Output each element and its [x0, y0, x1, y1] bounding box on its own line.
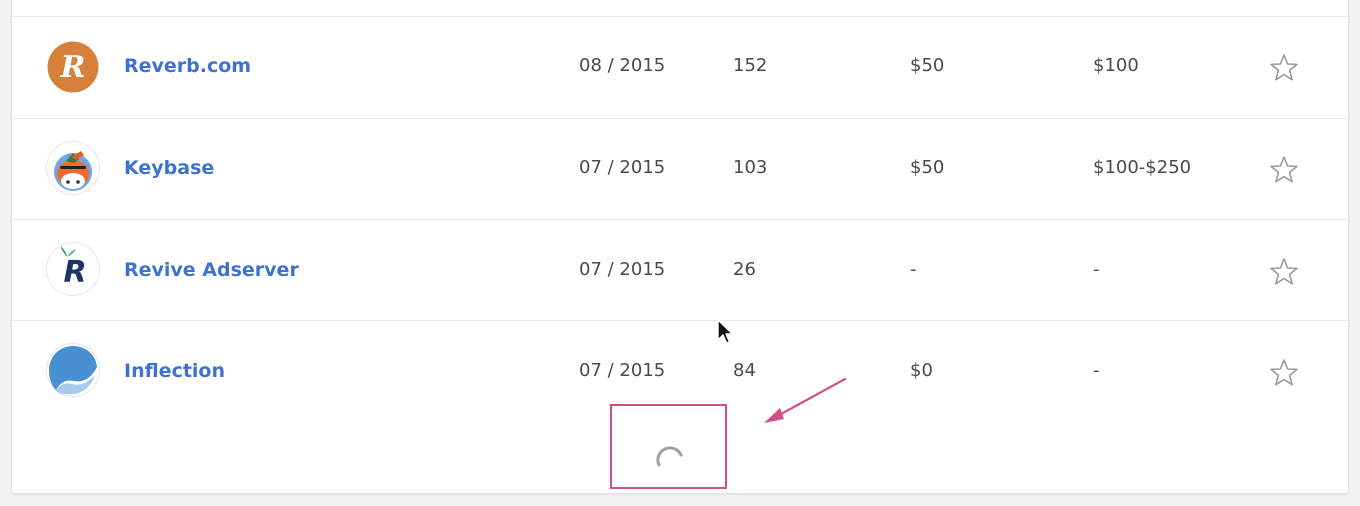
keybase-logo-icon [46, 141, 100, 195]
reverb-logo-icon: R [46, 40, 100, 94]
average-bounty: $100 [1093, 55, 1139, 76]
program-name-link[interactable]: Keybase [124, 157, 214, 179]
program-name-link[interactable]: Reverb.com [124, 55, 251, 77]
program-name-link[interactable]: Inflection [124, 360, 225, 382]
launch-date: 07 / 2015 [579, 360, 666, 381]
minimum-bounty: $50 [910, 157, 945, 178]
launch-date: 07 / 2015 [579, 259, 666, 280]
mouse-cursor-icon [717, 319, 734, 344]
inflection-logo-icon [46, 343, 100, 397]
minimum-bounty: $0 [910, 360, 933, 381]
table-row[interactable]: R Reverb.com 08 / 2015 152 $50 $100 [12, 17, 1348, 118]
loading-spinner-icon [656, 446, 683, 467]
bookmark-star-icon[interactable] [1269, 155, 1299, 185]
bookmark-star-icon[interactable] [1269, 358, 1299, 388]
table-row[interactable]: Keybase 07 / 2015 103 $50 $100-$250 [12, 119, 1348, 220]
table-row[interactable]: R Revive Adserver 07 / 2015 26 - - [12, 220, 1348, 321]
reports-resolved: 26 [733, 259, 756, 280]
minimum-bounty: - [910, 259, 917, 280]
average-bounty: - [1093, 360, 1100, 381]
average-bounty: $100-$250 [1093, 157, 1192, 178]
minimum-bounty: $50 [910, 55, 945, 76]
reports-resolved: 84 [733, 360, 756, 381]
reports-resolved: 103 [733, 157, 768, 178]
bookmark-star-icon[interactable] [1269, 53, 1299, 83]
svg-text:R: R [60, 50, 86, 85]
average-bounty: - [1093, 259, 1100, 280]
program-name-link[interactable]: Revive Adserver [124, 259, 299, 281]
launch-date: 08 / 2015 [579, 55, 666, 76]
bookmark-star-icon[interactable] [1269, 257, 1299, 287]
annotation-arrow-icon [764, 377, 847, 423]
launch-date: 07 / 2015 [579, 157, 666, 178]
svg-text:R: R [63, 255, 86, 290]
reports-resolved: 152 [733, 55, 768, 76]
revive-adserver-logo-icon: R [46, 242, 100, 296]
